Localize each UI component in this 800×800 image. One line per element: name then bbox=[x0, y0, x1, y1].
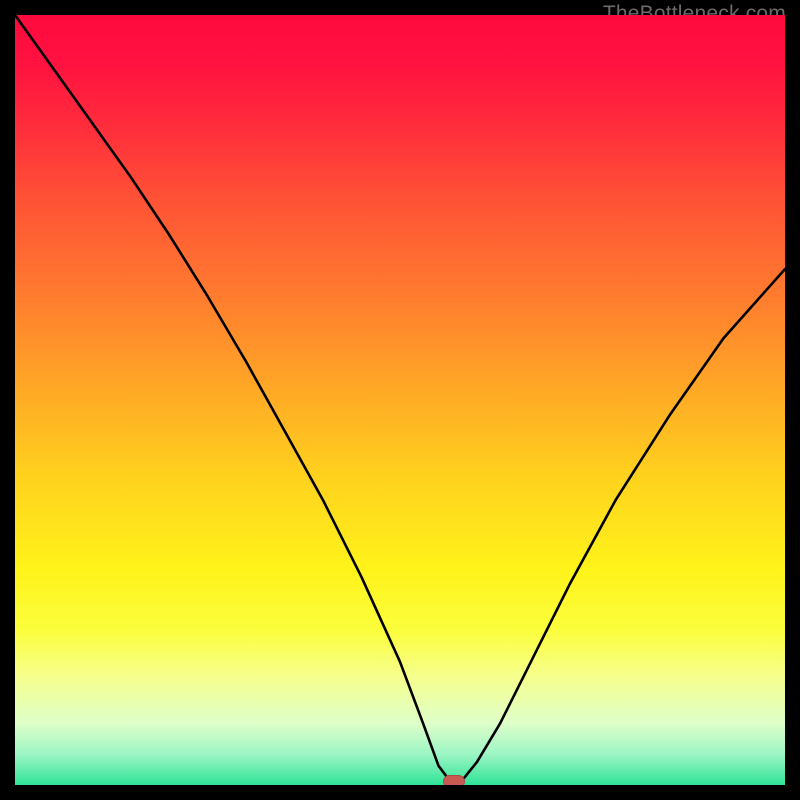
curve-path bbox=[15, 15, 785, 781]
chart-stage: TheBottleneck.com bbox=[0, 0, 800, 800]
bottleneck-curve bbox=[15, 15, 785, 785]
optimal-point-marker bbox=[443, 775, 465, 785]
plot-area bbox=[15, 15, 785, 785]
